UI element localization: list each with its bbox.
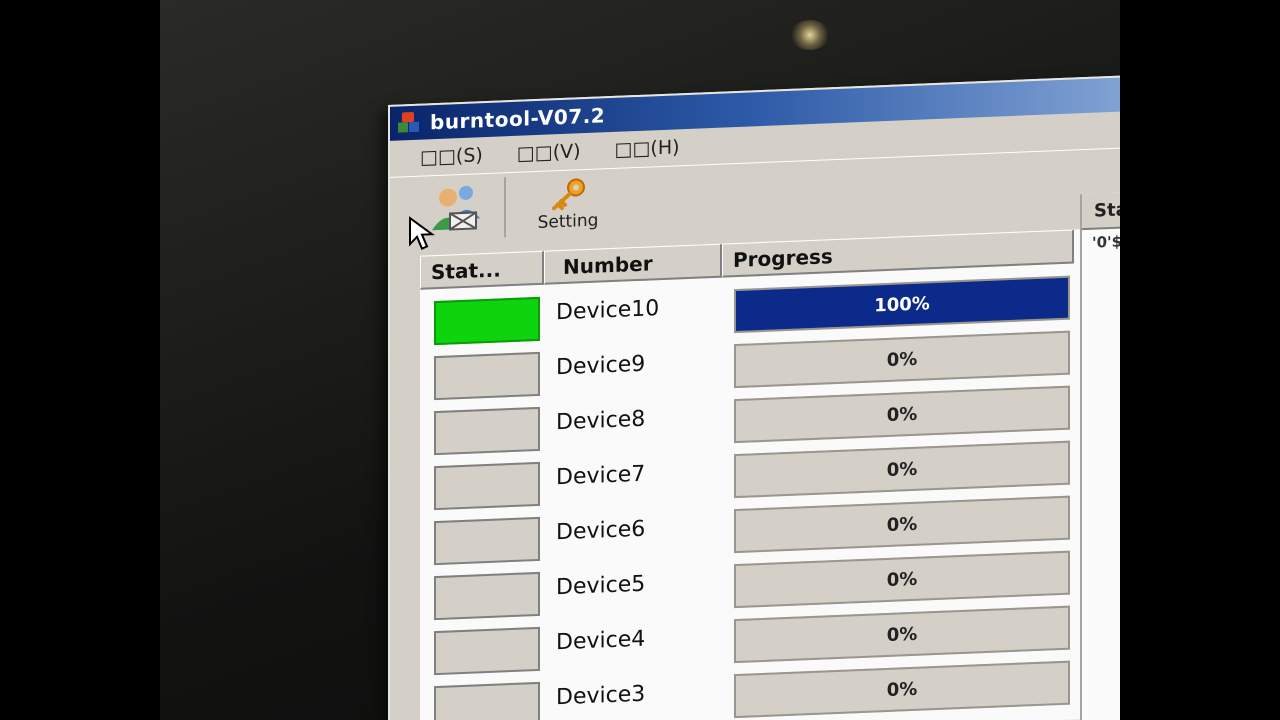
progress-bar: 0% <box>734 605 1070 664</box>
room-light <box>790 20 830 50</box>
device-status-indicator <box>434 296 540 346</box>
column-header-progress[interactable]: Progress <box>722 229 1074 278</box>
device-status-indicator <box>434 461 540 511</box>
progress-bar: 0% <box>734 330 1070 389</box>
progress-bar: 0% <box>734 440 1070 499</box>
device-status-indicator <box>434 406 540 456</box>
progress-bar: 0% <box>734 550 1070 609</box>
progress-label: 0% <box>886 458 918 481</box>
device-status-indicator <box>434 681 540 720</box>
setting-label: Setting <box>537 210 599 233</box>
progress-bar: 0% <box>734 495 1070 554</box>
device-name: Device10 <box>556 296 660 326</box>
device-name: Device7 <box>556 461 646 491</box>
device-name: Device8 <box>556 406 646 436</box>
menu-item-h[interactable]: □□(H) <box>615 136 680 161</box>
mouse-cursor-icon <box>409 216 435 250</box>
progress-label: 0% <box>886 678 918 701</box>
progress-label: 0% <box>886 348 918 371</box>
device-name: Device4 <box>556 626 646 656</box>
device-list: Stat... Number Progress Device10 100% Devi… <box>420 229 1080 720</box>
app-window: burntool-V07.2 □□(S) □□(V) □□(H) Setting… <box>388 68 1120 720</box>
device-name: Device6 <box>556 516 646 546</box>
column-header-number[interactable]: Number <box>544 243 722 285</box>
setting-button[interactable]: Setting <box>518 173 618 237</box>
menu-item-v[interactable]: □□(V) <box>517 140 581 165</box>
device-status-indicator <box>434 351 540 401</box>
progress-label: 0% <box>886 403 918 426</box>
progress-label: 100% <box>874 292 930 316</box>
column-header-stat[interactable]: Stat... <box>420 250 544 290</box>
progress-bar: 0% <box>734 660 1070 719</box>
photo-background: burntool-V07.2 □□(S) □□(V) □□(H) Setting… <box>160 0 1120 720</box>
device-name: Device5 <box>556 571 646 601</box>
status-pane: Status '0'$EOAN'E'| <box>1080 185 1120 720</box>
progress-bar: 100% <box>734 275 1070 334</box>
device-name: Device3 <box>556 681 646 711</box>
menu-item-s[interactable]: □□(S) <box>420 144 483 169</box>
progress-label: 0% <box>886 568 918 591</box>
device-name: Device9 <box>556 351 646 381</box>
progress-label: 0% <box>886 513 918 536</box>
device-status-indicator <box>434 571 540 621</box>
progress-bar: 0% <box>734 385 1070 444</box>
device-status-indicator <box>434 516 540 566</box>
window-title: burntool-V07.2 <box>430 103 606 135</box>
progress-label: 0% <box>886 623 918 646</box>
key-icon <box>552 178 585 211</box>
device-status-indicator <box>434 626 540 676</box>
app-icon <box>398 111 420 135</box>
